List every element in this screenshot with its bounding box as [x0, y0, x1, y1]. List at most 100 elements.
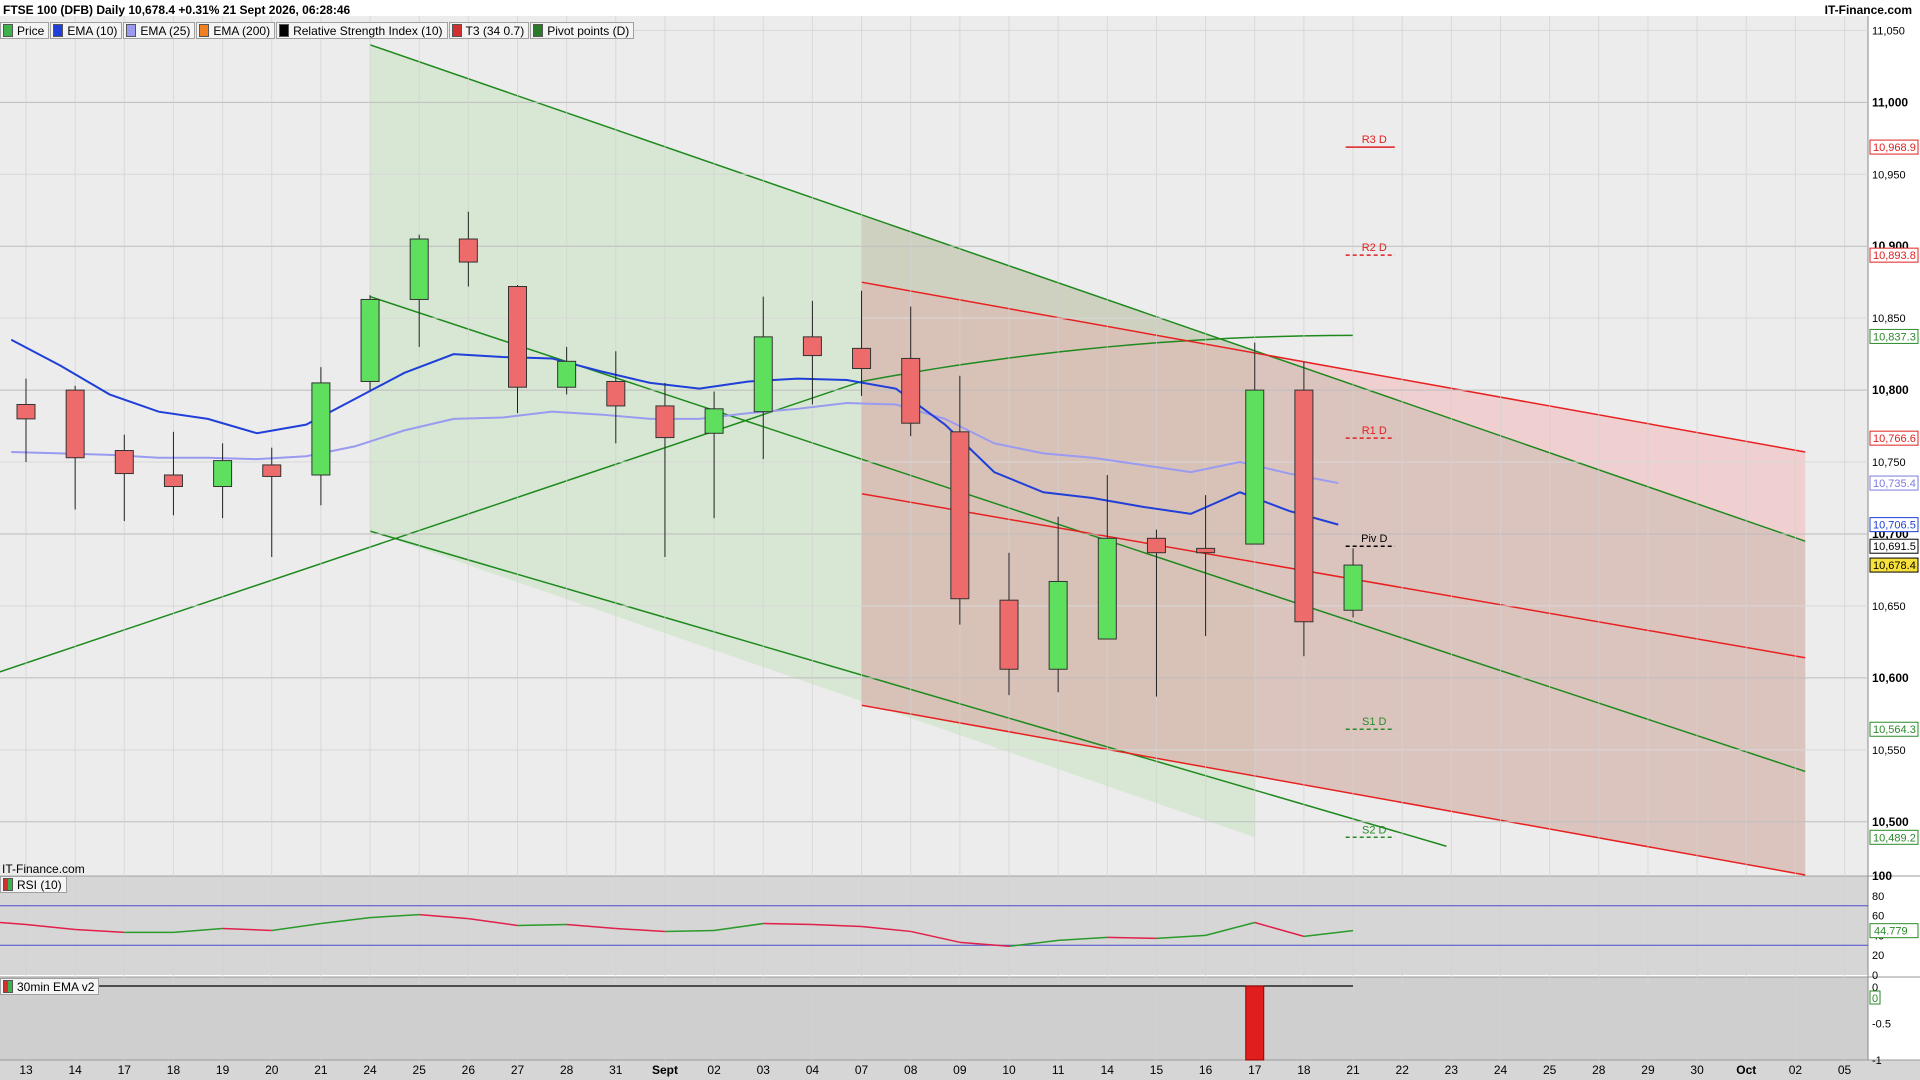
pivot-label: R2 D	[1362, 242, 1387, 254]
ema30-panel-bg	[0, 977, 1868, 1060]
price-axis-label: 10,600	[1872, 671, 1909, 685]
x-axis-label: 15	[1150, 1063, 1164, 1077]
candle-body[interactable]	[950, 431, 970, 600]
ema30-histogram-bar	[1245, 985, 1265, 1061]
legend-label: EMA (10)	[67, 23, 118, 38]
x-axis-label: 08	[904, 1063, 918, 1077]
candle-body[interactable]	[999, 599, 1019, 670]
pivot-label: R1 D	[1362, 425, 1387, 437]
x-axis-label: 24	[1494, 1063, 1508, 1077]
x-axis-label: 22	[1396, 1063, 1410, 1077]
ema30-swatch-icon	[3, 980, 13, 993]
rsi-swatch-icon	[3, 878, 13, 891]
legend-label: Price	[17, 23, 45, 38]
candle-body[interactable]	[65, 389, 85, 459]
legend-item[interactable]: EMA (10)	[50, 22, 123, 39]
legend-label: Pivot points (D)	[547, 23, 630, 38]
rsi-panel-label[interactable]: RSI (10)	[0, 876, 67, 893]
x-axis-label: 10	[1002, 1063, 1016, 1077]
legend-label: T3 (34 0.7)	[465, 23, 525, 38]
candle-body[interactable]	[852, 347, 872, 370]
legend-item[interactable]: Relative Strength Index (10)	[276, 22, 448, 39]
price-axis-label: 10,800	[1872, 383, 1909, 397]
rsi-axis-label: 0	[1872, 970, 1878, 982]
x-axis-label: Oct	[1736, 1063, 1756, 1077]
x-axis-label: 26	[462, 1063, 476, 1077]
candle-body[interactable]	[655, 405, 675, 439]
legend-swatch-icon	[126, 24, 137, 37]
x-axis-label: 25	[413, 1063, 427, 1077]
x-axis-label: 28	[1592, 1063, 1606, 1077]
candle-body[interactable]	[409, 238, 429, 300]
x-axis-label: 30	[1690, 1063, 1704, 1077]
x-axis-label: 09	[953, 1063, 967, 1077]
rsi-segment	[763, 922, 813, 926]
pivot-label: S1 D	[1362, 716, 1387, 728]
price-axis-label: 10,750	[1872, 457, 1906, 469]
legend-item[interactable]: EMA (25)	[123, 22, 196, 39]
x-axis-label: 05	[1838, 1063, 1852, 1077]
candle-body[interactable]	[1294, 389, 1314, 623]
ema30-panel-label[interactable]: 30min EMA v2	[0, 978, 100, 995]
candle-body[interactable]	[114, 450, 134, 475]
watermark: IT-Finance.com	[2, 862, 85, 876]
legend-item[interactable]: Price	[0, 22, 50, 39]
rsi-axis-label: 80	[1872, 891, 1884, 903]
candle-body[interactable]	[458, 238, 478, 263]
x-axis-label: 28	[560, 1063, 574, 1077]
rsi-axis-label: 20	[1872, 950, 1884, 962]
x-axis-label: Sept	[652, 1063, 678, 1077]
candle-body[interactable]	[704, 408, 724, 434]
price-tag: 10,691.5	[1873, 541, 1916, 553]
candle-body[interactable]	[262, 464, 282, 477]
x-axis-label: 21	[1346, 1063, 1360, 1077]
candle-body[interactable]	[802, 336, 822, 357]
legend-item[interactable]: EMA (200)	[196, 22, 276, 39]
x-axis-label: 03	[757, 1063, 771, 1077]
candle-body[interactable]	[1048, 580, 1068, 670]
x-axis-label: 27	[511, 1063, 525, 1077]
candle-body[interactable]	[163, 474, 183, 488]
x-axis-label: 17	[118, 1063, 132, 1077]
ema30-axis-label: -1	[1872, 1055, 1882, 1067]
candle-body[interactable]	[606, 380, 626, 407]
x-axis-label: 02	[707, 1063, 721, 1077]
price-tag: 10,837.3	[1873, 331, 1916, 343]
price-tag: 10,678.4	[1873, 560, 1916, 572]
ema30-axis-label: -0.5	[1872, 1019, 1891, 1031]
candle-body[interactable]	[1097, 537, 1117, 640]
legend-label: EMA (200)	[213, 23, 271, 38]
candle-body[interactable]	[360, 298, 380, 382]
candle-body[interactable]	[311, 382, 331, 476]
x-axis-label: 04	[806, 1063, 820, 1077]
price-axis-label: 11,000	[1872, 95, 1908, 109]
candle-body[interactable]	[901, 357, 921, 424]
legend-item[interactable]: Pivot points (D)	[530, 22, 635, 39]
legend-item[interactable]: T3 (34 0.7)	[448, 22, 530, 39]
legend-swatch-icon	[451, 24, 462, 37]
candle-body[interactable]	[508, 286, 527, 388]
legend-swatch-icon	[53, 24, 64, 37]
candle-body[interactable]	[1146, 537, 1166, 554]
candle-body[interactable]	[557, 360, 577, 388]
price-axis-label: 10,500	[1872, 815, 1909, 829]
x-axis-label: 25	[1543, 1063, 1557, 1077]
chart-title: FTSE 100 (DFB) Daily 10,678.4 +0.31% 21 …	[3, 3, 351, 17]
x-axis-label: 18	[167, 1063, 181, 1077]
price-tag: 10,489.2	[1873, 832, 1916, 844]
candle-body[interactable]	[1343, 564, 1363, 611]
x-axis-label: 24	[363, 1063, 377, 1077]
price-axis-label: 10,850	[1872, 313, 1906, 325]
pivot-label: S2 D	[1362, 824, 1387, 836]
candle-body[interactable]	[16, 403, 36, 420]
candle-body[interactable]	[1196, 547, 1216, 554]
rsi-segment	[664, 929, 715, 933]
price-chart[interactable]: R3 D R2 D R1 D Piv D S1 D S2 D 11,050 11,000 10,…	[0, 0, 1920, 1080]
price-axis-label: 10,650	[1872, 601, 1906, 613]
x-axis-label: 19	[216, 1063, 230, 1077]
candle-body[interactable]	[213, 460, 233, 488]
legend-label: EMA (25)	[140, 23, 191, 38]
candle-body[interactable]	[753, 336, 773, 413]
candle-body[interactable]	[1245, 389, 1265, 545]
ema30-label: 30min EMA v2	[17, 979, 95, 994]
